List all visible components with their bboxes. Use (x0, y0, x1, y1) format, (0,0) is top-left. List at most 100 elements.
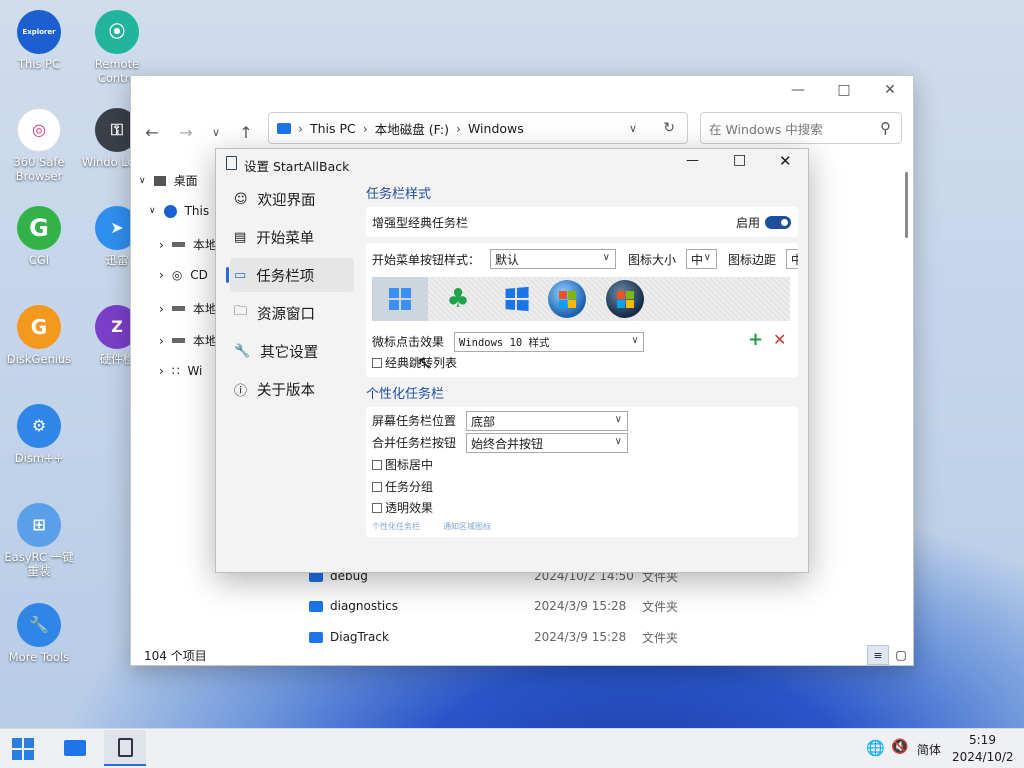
details-view-button[interactable]: ≡ (867, 645, 889, 665)
tree-item-this-pc[interactable]: ∨ This (149, 204, 209, 218)
file-row[interactable]: diagnostics 2024/3/9 15:28 文件夹 (309, 596, 709, 616)
tree-label: 本地 (192, 302, 217, 316)
tree-item-windows[interactable]: › ∷ Wi (159, 364, 202, 378)
add-icon[interactable]: + (748, 329, 763, 350)
combine-select[interactable]: 始终合并按钮 ∨ (466, 433, 628, 453)
section-title-personalize: 个性化任务栏 (366, 387, 445, 402)
select-value: 默认 (495, 252, 520, 267)
nav-label: 任务栏项 (256, 268, 315, 285)
jumplist-checkbox[interactable]: 经典跳转列表 (372, 354, 457, 371)
desktop-icon-this-pc[interactable]: Explorer This PC (0, 10, 79, 71)
start-button-card: 开始菜单按钮样式： 默认∨ 图标大小 中∨ 图标边距 中 ♣ (366, 243, 798, 377)
desktop-icon-cgi[interactable]: G CGI (0, 206, 79, 267)
close-button[interactable]: ✕ (779, 152, 792, 170)
desktop-icon-remote-control[interactable]: ⦿ Remote Contro (77, 10, 157, 85)
desktop-icon-dism[interactable]: ⚙ Dism++ (0, 404, 79, 465)
tree-item-drive[interactable]: › 本地 (159, 332, 217, 349)
icon-margin-select[interactable]: 中 (786, 249, 798, 269)
refresh-icon[interactable]: ↻ (663, 120, 675, 136)
start-style-select[interactable]: 默认 ∨ (490, 249, 616, 269)
breadcrumb-windows[interactable]: Windows (468, 121, 524, 136)
clock-date[interactable]: 2024/10/2 (952, 750, 1014, 764)
link-personalize-taskbar[interactable]: 个性化任务栏 (372, 521, 420, 532)
up-button[interactable]: ↑ (232, 118, 260, 146)
nav-start-menu[interactable]: ▤ 开始菜单 (230, 220, 354, 254)
nav-about[interactable]: ⓘ 关于版本 (230, 372, 354, 406)
enabled-toggle[interactable] (765, 216, 791, 229)
address-bar[interactable]: › This PC › 本地磁盘 (F:) › Windows ∨ ↻ (268, 112, 688, 144)
settings-dialog[interactable]: 设置 StartAllBack — □ ✕ ☺ 欢迎界面 ▤ 开始菜单 ▭ 任务… (215, 148, 809, 573)
minimize-button[interactable]: — (686, 153, 699, 168)
nav-label: 欢迎界面 (257, 192, 316, 209)
checkbox-box (372, 358, 382, 368)
nav-explorer[interactable]: 🗀 资源窗口 (230, 296, 354, 330)
mouse-cursor-icon: ↖ (417, 353, 433, 374)
start-button[interactable] (12, 738, 34, 760)
maximize-button[interactable]: □ (733, 152, 746, 168)
desktop-icon-easyrc[interactable]: ⊞ EasyRC 一键重装 (0, 503, 79, 578)
tree-item-drive[interactable]: › 本地 (159, 300, 217, 317)
desktop-icon-360-browser[interactable]: ◎ 360 Safe Browser (0, 108, 79, 183)
remote-control-icon: ⦿ (95, 10, 139, 54)
center-icons-checkbox[interactable]: 图标居中 (372, 456, 433, 473)
taskbar-startallback-button[interactable] (104, 730, 146, 766)
tree-item-cd[interactable]: › ◎ CD (159, 268, 208, 282)
drive-icon (171, 338, 185, 343)
checkbox-box (372, 482, 382, 492)
forward-button[interactable]: → (172, 118, 200, 146)
chevron-down-icon: ∨ (631, 335, 638, 346)
network-icon[interactable]: 🌐 (866, 739, 885, 757)
click-effect-select[interactable]: Windows 10 样式 ∨ (454, 332, 644, 352)
remove-icon[interactable]: ✕ (773, 330, 786, 349)
address-dropdown-icon[interactable]: ∨ (629, 122, 637, 135)
start-button-styles: ♣ (372, 277, 790, 321)
tree-label: CD (190, 268, 208, 282)
tiles-view-button[interactable]: ▢ (891, 645, 911, 665)
tree-label: 本地 (192, 334, 217, 348)
clock-time[interactable]: 5:19 (969, 733, 996, 747)
link-notification-icons[interactable]: 通知区域图标 (443, 521, 491, 532)
nav-welcome[interactable]: ☺ 欢迎界面 (230, 182, 354, 216)
wrench-icon: 🔧 (234, 343, 251, 359)
checkbox-box (372, 503, 382, 513)
desktop-icon-diskgenius[interactable]: G DiskGenius (0, 305, 79, 366)
close-button[interactable]: ✕ (867, 76, 913, 104)
file-row[interactable]: DiagTrack 2024/3/9 15:28 文件夹 (309, 627, 709, 647)
style-option-clover[interactable]: ♣ (430, 277, 486, 321)
style-option-win11[interactable] (372, 277, 428, 321)
position-select[interactable]: 底部 ∨ (466, 411, 628, 431)
minimize-button[interactable]: — (775, 76, 821, 104)
nav-label: 资源窗口 (257, 306, 316, 323)
desktop-icon-more-tools[interactable]: 🔧 More Tools (0, 603, 79, 664)
volume-muted-icon[interactable]: 🔇 (891, 739, 908, 755)
scrollbar[interactable] (905, 172, 908, 238)
file-name: DiagTrack (330, 630, 389, 644)
checkbox-box (372, 460, 382, 470)
tree-item-drive[interactable]: › 本地 (159, 236, 217, 253)
breadcrumb-drive[interactable]: 本地磁盘 (F:) (375, 119, 449, 138)
folder-icon (309, 600, 323, 612)
maximize-button[interactable]: □ (821, 76, 867, 104)
folder-icon (277, 122, 291, 134)
icon-size-select[interactable]: 中 ∨ (686, 249, 717, 269)
style-option-vista[interactable] (606, 280, 644, 318)
desktop-icon (153, 175, 166, 186)
select-value: 中 (791, 251, 798, 268)
tree-item-desktop[interactable]: ∨ 桌面 (139, 172, 198, 189)
style-option-win10[interactable] (488, 277, 544, 321)
ime-indicator[interactable]: 简体 (917, 741, 941, 758)
enhanced-taskbar-label: 增强型经典任务栏 (372, 216, 469, 230)
back-button[interactable]: ← (138, 118, 166, 146)
windows-logo-icon: ⊞ (17, 503, 61, 547)
nav-taskbar[interactable]: ▭ 任务栏项 (226, 258, 354, 292)
breadcrumb-this-pc[interactable]: This PC (310, 121, 356, 136)
nav-other[interactable]: 🔧 其它设置 (230, 334, 354, 368)
grid-icon: ∷ (171, 364, 180, 378)
style-option-win7[interactable] (548, 280, 586, 318)
history-dropdown-button[interactable]: ∨ (202, 118, 230, 146)
taskbar-icon: ▭ (234, 267, 247, 283)
task-group-checkbox[interactable]: 任务分组 (372, 478, 433, 495)
search-input[interactable]: 在 Windows 中搜索 ⚲ (700, 112, 902, 144)
transparent-checkbox[interactable]: 透明效果 (372, 499, 433, 516)
taskbar-explorer-button[interactable] (58, 731, 92, 765)
